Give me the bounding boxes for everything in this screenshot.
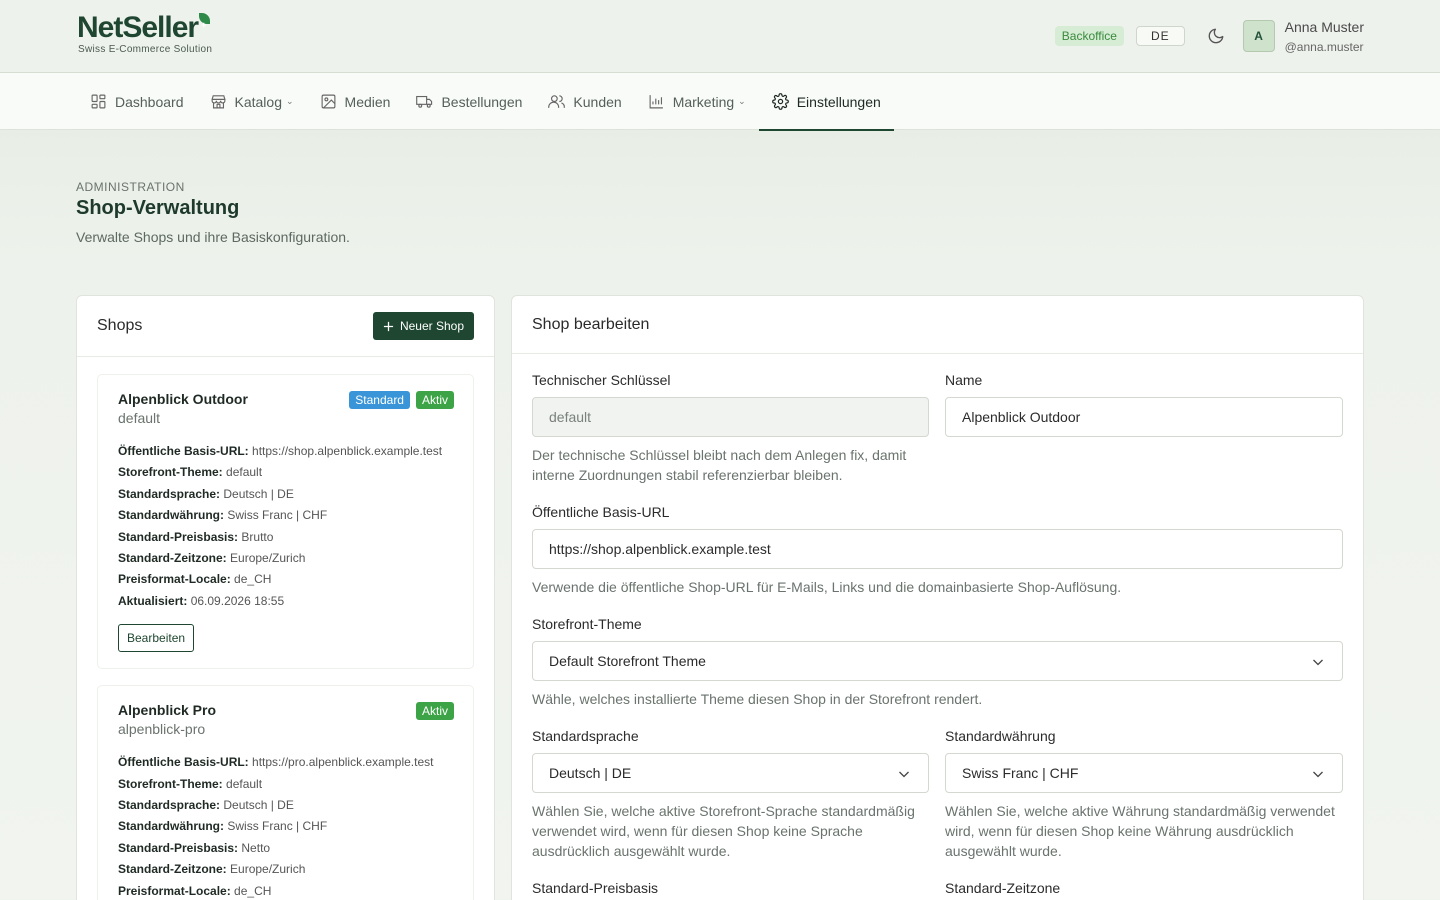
nav-dashboard-label: Dashboard [115, 93, 184, 110]
shop-key: default [118, 410, 161, 426]
nav-marketing[interactable]: Marketing ⌄ [635, 73, 759, 130]
language-label: Standardsprache [532, 728, 639, 744]
chevron-down-icon: ⌄ [738, 96, 746, 106]
prop-updated: Aktualisiert: 06.09.2026 18:55 [118, 593, 285, 608]
image-icon [320, 93, 337, 110]
prop-currency: Standardwährung: Swiss Franc | CHF [118, 508, 328, 523]
logo-subtitle: Swiss E-Commerce Solution [78, 44, 213, 55]
nav-katalog[interactable]: Katalog ⌄ [197, 73, 307, 130]
chevron-down-icon [1313, 771, 1323, 778]
prop-locale: Preisformat-Locale: de_CH [118, 572, 272, 587]
price-basis-label: Standard-Preisbasis [532, 880, 659, 896]
truck-icon [416, 93, 433, 110]
theme-label: Storefront-Theme [532, 616, 642, 632]
language-switcher[interactable]: DE [1135, 26, 1185, 46]
chevron-down-icon: ⌄ [285, 96, 294, 106]
edit-shop-panel: Shop bearbeiten Technischer Schlüssel de… [511, 295, 1364, 900]
prop-timezone: Standard-Zeitzone: Europe/Zurich [118, 862, 306, 877]
chevron-down-icon [1313, 659, 1323, 666]
prop-theme: Storefront-Theme: default [118, 465, 263, 480]
theme-select[interactable]: Default Storefront Theme [532, 641, 1343, 681]
name-input[interactable]: Alpenblick Outdoor [945, 397, 1343, 437]
plus-icon [383, 321, 394, 331]
prop-timezone: Standard-Zeitzone: Europe/Zurich [118, 551, 306, 566]
tech-key-label: Technischer Schlüssel [532, 372, 671, 388]
shop-name: Alpenblick Pro [118, 702, 217, 719]
active-badge: Aktiv [415, 391, 454, 409]
nav-dashboard[interactable]: Dashboard [77, 73, 197, 130]
nav-katalog-label: Katalog [234, 93, 282, 110]
prop-theme: Storefront-Theme: default [118, 776, 263, 791]
user-name: Anna Muster [1284, 18, 1364, 35]
shop-list: Alpenblick Outdoor default Standard Akti… [77, 357, 494, 900]
prop-currency: Standardwährung: Swiss Franc | CHF [118, 819, 328, 834]
page-eyebrow: ADMINISTRATION [76, 180, 185, 194]
dashboard-icon [90, 93, 107, 110]
shop-key: alpenblick-pro [118, 721, 206, 738]
user-handle: @anna.muster [1284, 39, 1364, 54]
main-nav: Dashboard Katalog ⌄ Medien Bestellungen … [0, 73, 1440, 131]
nav-medien[interactable]: Medien [307, 73, 404, 130]
store-icon [210, 93, 227, 110]
shop-card: Alpenblick Outdoor default Standard Akti… [97, 374, 474, 670]
currency-help: Wählen Sie, welche aktive Währung standa… [945, 803, 1335, 859]
dark-mode-toggle[interactable] [1205, 25, 1227, 47]
backoffice-badge: Backoffice [1054, 26, 1124, 46]
moon-icon [1208, 28, 1224, 44]
nav-bestellungen-label: Bestellungen [441, 93, 523, 110]
nav-kunden[interactable]: Kunden [535, 73, 634, 130]
users-icon [548, 93, 566, 110]
prop-language: Standardsprache: Deutsch | DE [118, 798, 294, 813]
prop-price-basis: Standard-Preisbasis: Netto [118, 840, 271, 855]
standard-badge: Standard [349, 391, 410, 409]
leaf-icon [199, 9, 211, 41]
prop-price-basis: Standard-Preisbasis: Brutto [118, 529, 274, 544]
currency-label: Standardwährung [945, 728, 1056, 744]
shops-panel: Shops Neuer Shop Alpenblick Outdoor defa… [76, 295, 495, 900]
timezone-label: Standard-Zeitzone [945, 880, 1061, 896]
chevron-down-icon [899, 771, 909, 778]
nav-einstellungen[interactable]: Einstellungen [758, 73, 894, 131]
shop-card: Alpenblick Pro alpenblick-pro Aktiv Öffe… [97, 685, 474, 900]
nav-kunden-label: Kunden [573, 93, 622, 110]
name-label: Name [945, 372, 983, 388]
chart-icon [648, 93, 665, 110]
language-select-value: Deutsch | DE [549, 765, 632, 781]
theme-select-value: Default Storefront Theme [549, 653, 706, 669]
prop-base-url: Öffentliche Basis-URL: https://shop.alpe… [118, 444, 443, 458]
shop-properties: Öffentliche Basis-URL: https://pro.alpen… [118, 752, 453, 900]
avatar[interactable]: A [1242, 20, 1275, 52]
prop-language: Standardsprache: Deutsch | DE [118, 486, 294, 501]
shops-panel-title: Shops [97, 317, 143, 334]
logo[interactable]: NetSeller Swiss E-Commerce Solution [77, 9, 213, 55]
shop-properties: Öffentliche Basis-URL: https://shop.alpe… [118, 441, 453, 612]
tech-key-input: default [532, 397, 929, 437]
language-select[interactable]: Deutsch | DE [532, 753, 929, 793]
base-url-label: Öffentliche Basis-URL [532, 504, 670, 520]
page-title: Shop-Verwaltung [76, 197, 240, 219]
edit-shop-button[interactable]: Bearbeiten [118, 624, 195, 653]
language-help: Wählen Sie, welche aktive Storefront-Spr… [532, 803, 915, 859]
currency-select[interactable]: Swiss Franc | CHF [945, 753, 1343, 793]
page-description: Verwalte Shops und ihre Basiskonfigurati… [76, 229, 350, 245]
prop-locale: Preisformat-Locale: de_CH [118, 883, 272, 898]
theme-help: Wähle, welches installierte Theme diesen… [532, 691, 983, 707]
gear-icon [771, 93, 789, 110]
tech-key-help: Der technische Schlüssel bleibt nach dem… [532, 447, 907, 483]
prop-base-url: Öffentliche Basis-URL: https://pro.alpen… [118, 755, 434, 770]
new-shop-button[interactable]: Neuer Shop [372, 312, 474, 340]
new-shop-button-label: Neuer Shop [399, 319, 464, 333]
nav-marketing-label: Marketing [672, 93, 735, 110]
edit-panel-title: Shop bearbeiten [512, 296, 1363, 354]
nav-medien-label: Medien [344, 93, 391, 110]
currency-select-value: Swiss Franc | CHF [962, 765, 1079, 781]
logo-text: NetSeller [77, 11, 199, 44]
nav-bestellungen[interactable]: Bestellungen [403, 73, 535, 130]
base-url-input[interactable]: https://shop.alpenblick.example.test [532, 529, 1343, 569]
top-bar: NetSeller Swiss E-Commerce Solution Back… [0, 0, 1440, 73]
active-badge: Aktiv [415, 702, 454, 721]
base-url-help: Verwende die öffentliche Shop-URL für E-… [532, 579, 1122, 595]
user-info[interactable]: Anna Muster @anna.muster [1285, 19, 1364, 54]
nav-einstellungen-label: Einstellungen [796, 93, 881, 110]
